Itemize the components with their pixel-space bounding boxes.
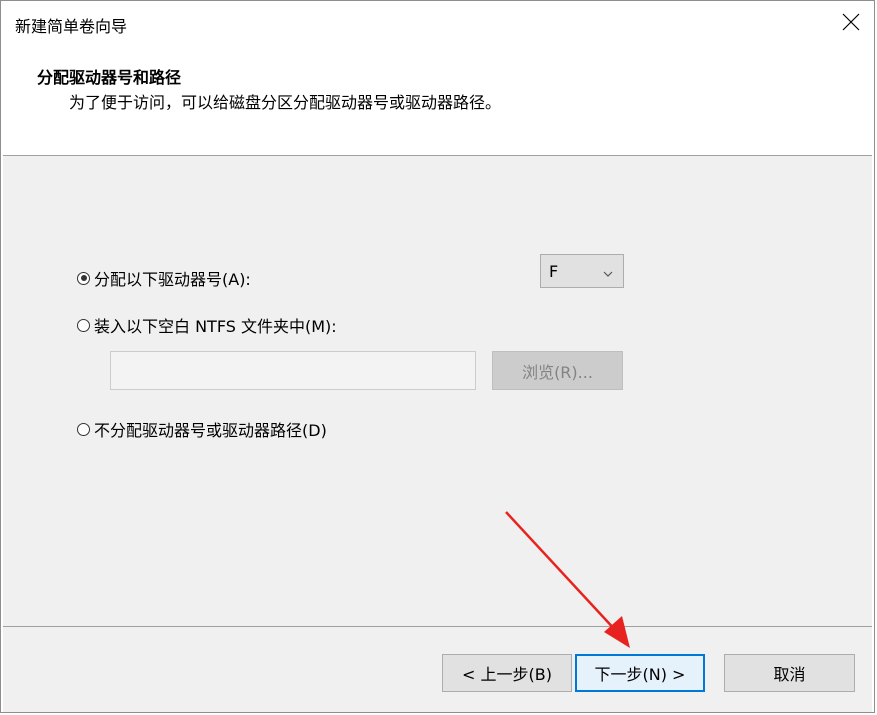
window-title: 新建简单卷向导 [15, 17, 128, 36]
back-button[interactable]: < 上一步(B) [442, 654, 572, 692]
mount-folder-label: 装入以下空白 NTFS 文件夹中(M): [94, 317, 337, 336]
mount-folder-radio[interactable] [77, 318, 90, 332]
no-assign-radio[interactable] [77, 422, 90, 436]
wizard-footer: < 上一步(B) 下一步(N) > 取消 [3, 627, 872, 712]
assign-letter-radio[interactable] [77, 271, 90, 285]
wizard-header: 分配驱动器号和路径 为了便于访问，可以给磁盘分区分配驱动器号或驱动器路径。 [1, 47, 874, 155]
no-assign-label: 不分配驱动器号或驱动器路径(D) [94, 421, 327, 440]
page-subtitle: 为了便于访问，可以给磁盘分区分配驱动器号或驱动器路径。 [69, 93, 502, 112]
drive-letter-value: F [549, 261, 559, 281]
cancel-button[interactable]: 取消 [724, 654, 855, 692]
browse-button[interactable]: 浏览(R)... [492, 351, 623, 390]
title-bar: 新建简单卷向导 [1, 1, 874, 47]
assign-letter-label: 分配以下驱动器号(A): [94, 270, 251, 289]
no-assign-option[interactable]: 不分配驱动器号或驱动器路径(D) [77, 417, 327, 441]
chevron-down-icon [603, 262, 613, 281]
mount-folder-option[interactable]: 装入以下空白 NTFS 文件夹中(M): [77, 313, 337, 337]
new-simple-volume-wizard: 新建简单卷向导 分配驱动器号和路径 为了便于访问，可以给磁盘分区分配驱动器号或驱… [0, 0, 875, 713]
folder-path-input[interactable] [110, 351, 476, 390]
drive-letter-dropdown[interactable]: F [540, 254, 624, 288]
wizard-body: 分配以下驱动器号(A): F 装入以下空白 NTFS 文件夹中(M): 浏览(R… [3, 156, 872, 626]
close-button[interactable] [828, 1, 874, 47]
next-button[interactable]: 下一步(N) > [575, 654, 705, 692]
close-icon [842, 13, 860, 35]
assign-letter-option[interactable]: 分配以下驱动器号(A): [77, 266, 251, 290]
page-title: 分配驱动器号和路径 [37, 68, 182, 87]
